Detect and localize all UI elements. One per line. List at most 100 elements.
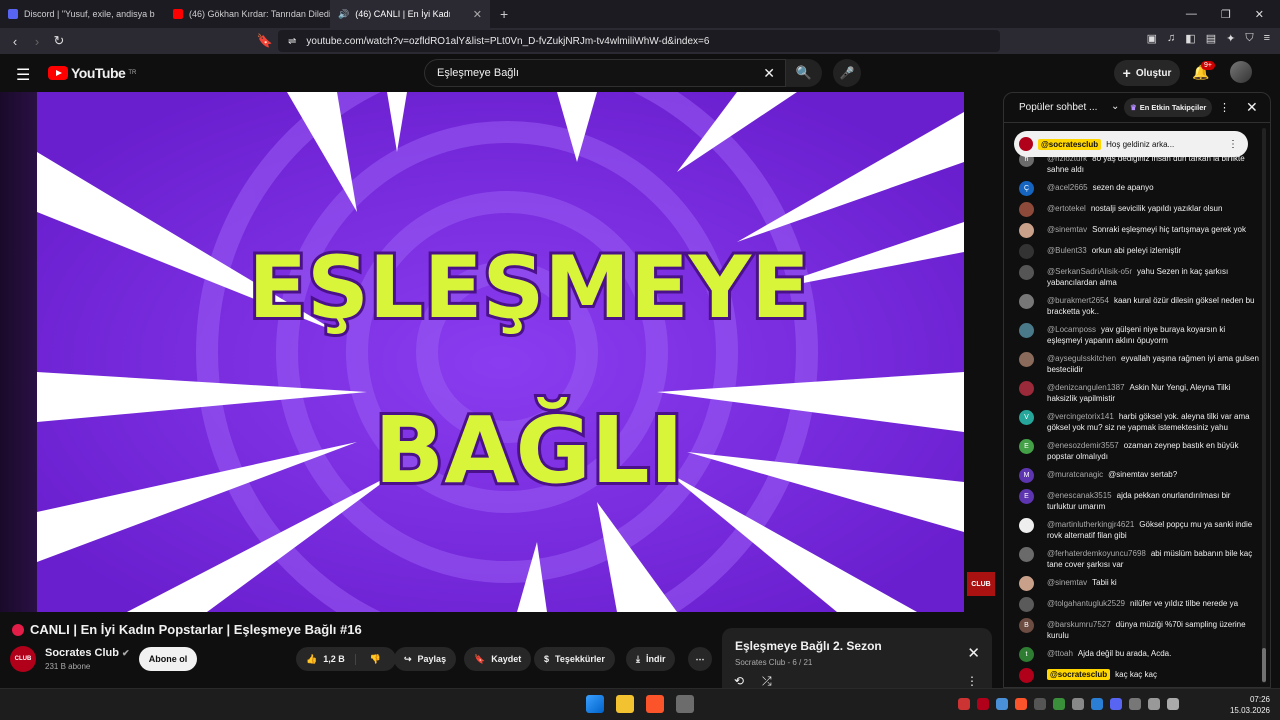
chat-username[interactable]: @Locamposs bbox=[1047, 325, 1096, 334]
bookmark-icon[interactable]: 🔖 bbox=[254, 33, 276, 49]
chat-username[interactable]: @acel2665 bbox=[1047, 183, 1088, 192]
chat-message[interactable]: @denizcangulen1387 Askin Nur Yengi, Aleyn… bbox=[1004, 381, 1266, 404]
brave-browser-icon[interactable] bbox=[646, 695, 664, 713]
sidebar-icon[interactable]: ◧ bbox=[1185, 32, 1195, 45]
screenshot-icon[interactable]: ▣ bbox=[1147, 32, 1157, 45]
chat-message[interactable]: E @enescanak3515 ajda pekkan onurlandırılm… bbox=[1004, 489, 1266, 512]
chat-username[interactable]: @ertotekel bbox=[1047, 204, 1086, 213]
chat-username[interactable]: @martinlutherkingjr4621 bbox=[1047, 520, 1134, 529]
chat-message[interactable]: @ferhaterdemkoyuncu7698 abi müslüm babanı… bbox=[1004, 547, 1266, 570]
thanks-button[interactable]: $ Teşekkürler bbox=[534, 647, 615, 671]
app-icon[interactable] bbox=[676, 695, 694, 713]
music-icon[interactable]: ♫ bbox=[1167, 32, 1175, 45]
tray-icon-2[interactable] bbox=[977, 698, 989, 710]
chevron-down-icon[interactable]: ⌄ bbox=[1111, 101, 1119, 112]
tray-icon-9[interactable] bbox=[1110, 698, 1122, 710]
back-icon[interactable]: ‹ bbox=[4, 34, 26, 49]
tray-icon-1[interactable] bbox=[958, 698, 970, 710]
playlist-more-icon[interactable]: ⋮ bbox=[966, 674, 978, 688]
chat-username[interactable]: @enesozdemir3557 bbox=[1047, 441, 1119, 450]
chat-scrollbar[interactable] bbox=[1262, 128, 1266, 683]
tray-icon-4[interactable] bbox=[1015, 698, 1027, 710]
pinned-more-icon[interactable]: ⋮ bbox=[1228, 139, 1238, 150]
chat-message[interactable]: @burakmert2654 kaan kural özür dilesin gö… bbox=[1004, 294, 1266, 317]
chat-username[interactable]: @aysegulsskitchen bbox=[1047, 354, 1116, 363]
wifi-icon[interactable] bbox=[1148, 698, 1160, 710]
search-input[interactable]: Eşleşmeye Bağlı ✕ bbox=[424, 59, 786, 87]
system-clock[interactable]: 07:26 15.03.2026 bbox=[1230, 694, 1270, 716]
channel-avatar[interactable]: CLUB bbox=[10, 646, 36, 672]
chat-message[interactable]: M @muratcanagic @sinemtav sertab? bbox=[1004, 468, 1266, 483]
chat-message[interactable]: E @enesozdemir3557 ozaman zeynep bastık en… bbox=[1004, 439, 1266, 462]
chat-message[interactable]: @sinemtav Tabii ki bbox=[1004, 576, 1266, 591]
chat-username[interactable]: @sinemtav bbox=[1047, 578, 1087, 587]
top-fans-button[interactable]: ♛ En Etkin Takipçiler bbox=[1124, 98, 1213, 117]
file-explorer-icon[interactable] bbox=[616, 695, 634, 713]
chat-username[interactable]: @vercingetorix141 bbox=[1047, 412, 1114, 421]
chat-username[interactable]: @Bulent33 bbox=[1047, 246, 1087, 255]
tray-icon-5[interactable] bbox=[1034, 698, 1046, 710]
account-avatar[interactable] bbox=[1230, 61, 1252, 83]
volume-icon[interactable] bbox=[1167, 698, 1179, 710]
chat-message[interactable]: @sinemtav Sonraki eşleşmeyi hiç tartışmay… bbox=[1004, 223, 1266, 238]
chat-scrollbar-thumb[interactable] bbox=[1262, 648, 1266, 682]
browser-tab-youtube-1[interactable]: (46) Gökhan Kırdar: Tanrıdan Diledim bbox=[165, 0, 330, 28]
reload-icon[interactable]: ↻ bbox=[48, 33, 70, 49]
chat-message[interactable]: t @ttoah Ajda değil bu arada, Acda. bbox=[1004, 647, 1266, 662]
hamburger-menu-icon[interactable]: ☰ bbox=[16, 65, 30, 85]
video-player[interactable]: EŞLEŞMEYE BAĞLI bbox=[37, 92, 964, 612]
chat-username[interactable]: @ttoah bbox=[1047, 649, 1073, 658]
chat-message[interactable]: Ç @acel2665 sezen de apanyo bbox=[1004, 181, 1266, 196]
voice-search-button[interactable]: 🎤 bbox=[833, 59, 861, 87]
channel-name[interactable]: Socrates Club ✔ bbox=[45, 647, 130, 659]
chat-more-icon[interactable]: ⋮ bbox=[1219, 101, 1230, 114]
chat-username[interactable]: @socratesclub bbox=[1047, 669, 1111, 680]
chat-username[interactable]: @denizcangulen1387 bbox=[1047, 383, 1125, 392]
loop-icon[interactable]: ⟲ bbox=[734, 674, 744, 688]
save-button[interactable]: 🔖 Kaydet bbox=[464, 647, 532, 671]
tray-icon-8[interactable] bbox=[1091, 698, 1103, 710]
like-button[interactable]: 👍 1,2 B bbox=[296, 653, 356, 665]
shuffle-icon[interactable]: ⤮ bbox=[762, 674, 772, 689]
chat-mode-title[interactable]: Popüler sohbet ... bbox=[1019, 102, 1097, 113]
youtube-logo[interactable]: YouTube TR bbox=[48, 65, 136, 81]
channel-watermark[interactable]: CLUB bbox=[967, 572, 995, 596]
chat-username[interactable]: @burakmert2654 bbox=[1047, 296, 1109, 305]
close-window-icon[interactable]: ✕ bbox=[1255, 8, 1264, 21]
address-bar[interactable]: ⇌ youtube.com/watch?v=ozfldRO1alY&list=P… bbox=[278, 30, 1000, 52]
playlist-title[interactable]: Eşleşmeye Bağlı 2. Sezon bbox=[735, 639, 882, 653]
shield-icon[interactable]: ⛉ bbox=[1245, 32, 1253, 45]
new-tab-button[interactable]: + bbox=[490, 6, 518, 22]
chat-message[interactable]: @Bulent33 orkun abi peleyi izlemiştir bbox=[1004, 244, 1266, 259]
menu-icon[interactable]: ≡ bbox=[1264, 32, 1270, 45]
chat-message[interactable]: @martinlutherkingjr4621 Göksel popçu mu y… bbox=[1004, 518, 1266, 541]
tray-icon-3[interactable] bbox=[996, 698, 1008, 710]
tray-icon-7[interactable] bbox=[1072, 698, 1084, 710]
more-actions-button[interactable]: ⋯ bbox=[688, 647, 712, 671]
chat-username[interactable]: @barskumru7527 bbox=[1047, 620, 1111, 629]
wallet-icon[interactable]: ▤ bbox=[1206, 32, 1216, 45]
chat-username[interactable]: @tolgahantugluk2529 bbox=[1047, 599, 1125, 608]
close-tab-icon[interactable]: ✕ bbox=[473, 8, 482, 21]
download-button[interactable]: ⤓ İndir bbox=[626, 647, 676, 671]
chat-message[interactable]: @tolgahantugluk2529 nilüfer ve yıldız til… bbox=[1004, 597, 1266, 612]
create-button[interactable]: + Oluştur bbox=[1114, 60, 1180, 86]
close-playlist-icon[interactable]: ✕ bbox=[967, 644, 980, 662]
pinned-message[interactable]: @socratesclub Hoş geldiniz arka... ⋮ bbox=[1014, 131, 1248, 157]
close-chat-icon[interactable]: ✕ bbox=[1246, 99, 1258, 116]
chat-username[interactable]: @sinemtav bbox=[1047, 225, 1087, 234]
clear-search-icon[interactable]: ✕ bbox=[763, 65, 775, 82]
tray-icon-6[interactable] bbox=[1053, 698, 1065, 710]
chat-username[interactable]: @enescanak3515 bbox=[1047, 491, 1112, 500]
site-info-icon[interactable]: ⇌ bbox=[288, 36, 296, 47]
subscribe-button[interactable]: Abone ol bbox=[139, 647, 197, 671]
chat-message[interactable]: B @barskumru7527 dünya müziği %70i samplin… bbox=[1004, 618, 1266, 641]
share-button[interactable]: ↪ Paylaş bbox=[394, 647, 457, 671]
forward-icon[interactable]: › bbox=[26, 34, 48, 49]
minimize-icon[interactable]: — bbox=[1186, 8, 1197, 21]
tray-icon-10[interactable] bbox=[1129, 698, 1141, 710]
search-button[interactable]: 🔍 bbox=[786, 59, 822, 87]
chat-message[interactable]: @SerkanSadriAlisik-o5r yahu Sezen in kaç … bbox=[1004, 265, 1266, 288]
browser-tab-discord[interactable]: Discord | "Yusuf, exile, andisya b bbox=[0, 0, 165, 28]
dislike-button[interactable]: 👎 bbox=[362, 654, 389, 665]
